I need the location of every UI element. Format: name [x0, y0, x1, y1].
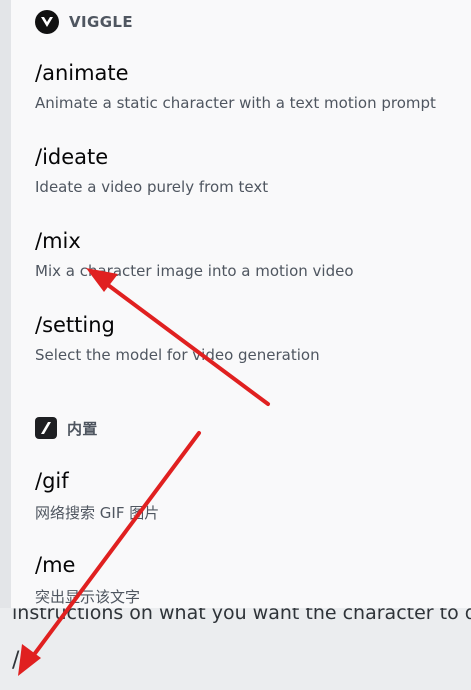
- command-item-mix[interactable]: /mix Mix a character image into a motion…: [35, 228, 465, 280]
- command-item-animate[interactable]: /animate Animate a static character with…: [35, 60, 465, 112]
- command-description: 网络搜索 GIF 图片: [35, 504, 160, 522]
- command-name: /setting: [35, 313, 115, 337]
- command-description: Animate a static character with a text m…: [35, 94, 436, 112]
- command-name: /ideate: [35, 145, 109, 169]
- left-strip: [0, 0, 11, 608]
- command-name: /animate: [35, 61, 129, 85]
- command-description: Ideate a video purely from text: [35, 178, 269, 196]
- message-input-value[interactable]: /: [12, 648, 19, 673]
- builtin-slash-icon: [35, 417, 57, 439]
- message-input-bar[interactable]: [0, 630, 471, 690]
- section-header-viggle: VIGGLE: [35, 10, 133, 34]
- slash-command-popup: VIGGLE /animate Animate a static charact…: [11, 0, 471, 608]
- command-name: /mix: [35, 229, 81, 253]
- section-title: VIGGLE: [69, 13, 134, 31]
- viggle-logo-icon: [35, 10, 59, 34]
- command-name: /me: [35, 553, 76, 577]
- command-name: /gif: [35, 469, 69, 493]
- command-item-me[interactable]: /me 突出显示该文字: [35, 552, 465, 607]
- command-description: Mix a character image into a motion vide…: [35, 262, 354, 280]
- command-description: Select the model for video generation: [35, 346, 320, 364]
- command-item-setting[interactable]: /setting Select the model for video gene…: [35, 312, 465, 364]
- command-item-ideate[interactable]: /ideate Ideate a video purely from text: [35, 144, 465, 196]
- command-item-gif[interactable]: /gif 网络搜索 GIF 图片: [35, 468, 465, 523]
- section-title: 内置: [67, 419, 98, 438]
- section-header-builtin: 内置: [35, 417, 98, 439]
- command-description: 突出显示该文字: [35, 588, 141, 606]
